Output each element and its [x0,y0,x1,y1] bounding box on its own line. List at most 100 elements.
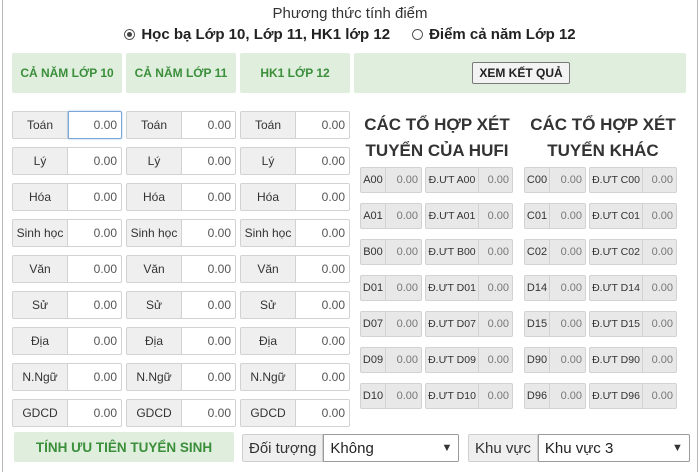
combo-priority-score: 0.00 [643,275,677,301]
other-title-line2: TUYỂN KHÁC [547,141,659,160]
object-select-group: Đối tượng Không ▼ [242,434,460,462]
combo-code: D90 [524,347,550,373]
score-input[interactable] [296,363,350,391]
score-input[interactable] [182,291,236,319]
combo-code: B00 [360,239,386,265]
combo-priority-score: 0.00 [643,203,677,229]
combo-priority-label: Đ.ƯT B00 [425,239,479,265]
score-input[interactable] [296,219,350,247]
combo-code: A00 [360,167,386,193]
score-input[interactable] [296,399,350,427]
combo-score: 0.00 [386,311,422,337]
combo-code: C01 [524,203,550,229]
score-input[interactable] [68,327,122,355]
subject-row: Văn [12,255,122,291]
radio-unchecked-icon[interactable] [412,29,424,40]
region-select-group: Khu vực Khu vực 3 ▼ [468,434,690,462]
combo-score: 0.00 [550,167,586,193]
score-input[interactable] [68,183,122,211]
combo-row: C02 0.00 Đ.ƯT C02 0.00 [524,239,677,275]
region-select[interactable]: Khu vực 3 ▼ [537,434,690,462]
combo-score: 0.00 [386,167,422,193]
combo-priority-score: 0.00 [643,167,677,193]
subject-column-hk1: Toán Lý Hóa Sinh học Văn Sử Địa N.Ngữ GDCD [240,111,350,435]
object-select[interactable]: Không ▼ [323,434,460,462]
combo-score: 0.00 [386,383,422,409]
score-input[interactable] [296,183,350,211]
subject-label: Văn [126,255,182,283]
score-input[interactable] [296,255,350,283]
score-input[interactable] [68,255,122,283]
score-input[interactable] [182,219,236,247]
object-label: Đối tượng [242,434,324,462]
score-input[interactable] [182,183,236,211]
radio-hocba-label: Học bạ Lớp 10, Lớp 11, HK1 lớp 12 [141,26,391,43]
region-select-value: Khu vực 3 [544,439,614,457]
combo-row: D96 0.00 Đ.ƯT D96 0.00 [524,383,677,419]
score-input[interactable] [182,111,236,139]
score-input[interactable] [68,147,122,175]
combo-priority-label: Đ.ƯT D90 [589,347,643,373]
radio-canam12[interactable]: Điểm cả năm Lớp 12 [412,26,576,43]
combo-code: D14 [524,275,550,301]
other-title-line1: CÁC TỔ HỢP XÉT [530,115,676,134]
combo-priority-score: 0.00 [643,383,677,409]
combo-score: 0.00 [550,311,586,337]
subject-label: Văn [240,255,296,283]
combo-priority-score: 0.00 [643,311,677,337]
score-input[interactable] [68,399,122,427]
page-title: Phương thức tính điểm [272,5,428,22]
radio-hocba[interactable]: Học bạ Lớp 10, Lớp 11, HK1 lớp 12 [124,26,390,43]
combo-priority-label: Đ.ƯT A01 [425,203,479,229]
subject-label: Địa [240,327,296,355]
combo-priority-label: Đ.ƯT A00 [425,167,479,193]
combo-code: D07 [360,311,386,337]
combo-priority-score: 0.00 [479,347,513,373]
combo-priority-score: 0.00 [643,239,677,265]
score-input[interactable] [68,291,122,319]
subject-row: GDCD [126,399,236,435]
score-input[interactable] [296,147,350,175]
score-input[interactable] [182,327,236,355]
hufi-combo-list: A00 0.00 Đ.ƯT A00 0.00 A01 0.00 Đ.ƯT A01 0.00 B0… [360,167,513,419]
chevron-down-icon: ▼ [441,442,453,454]
score-input[interactable] [68,219,122,247]
result-panel: XEM KẾT QUẢ [354,53,686,93]
priority-title: TÍNH ƯU TIÊN TUYỂN SINH [14,432,234,462]
combo-code: D09 [360,347,386,373]
combo-score: 0.00 [386,203,422,229]
score-input[interactable] [182,399,236,427]
combo-priority-label: Đ.ƯT D10 [425,383,479,409]
subject-label: Lý [126,147,182,175]
score-input[interactable] [182,255,236,283]
subject-label: Toán [126,111,182,139]
score-input[interactable] [296,111,350,139]
subject-row: Lý [12,147,122,183]
chevron-down-icon: ▼ [672,442,683,454]
combo-score: 0.00 [386,275,422,301]
combo-code: D96 [524,383,550,409]
col-heading-lop10: CẢ NĂM LỚP 10 [12,53,122,93]
score-input[interactable] [182,147,236,175]
combo-code: C00 [524,167,550,193]
radio-checked-icon[interactable] [124,29,136,40]
subject-label: Hóa [12,183,68,211]
score-input[interactable] [68,363,122,391]
combo-row: D07 0.00 Đ.ƯT D07 0.00 [360,311,513,347]
combo-priority-score: 0.00 [479,203,513,229]
score-input[interactable] [182,363,236,391]
other-combo-title: CÁC TỔ HỢP XÉT TUYỂN KHÁC [518,112,688,164]
combo-score: 0.00 [386,347,422,373]
col-heading-hk1-lop12: HK1 LỚP 12 [240,53,350,93]
combo-priority-label: Đ.ƯT C00 [589,167,643,193]
view-result-button[interactable]: XEM KẾT QUẢ [472,62,570,84]
score-input[interactable] [296,291,350,319]
combo-code: D10 [360,383,386,409]
subject-label: Toán [240,111,296,139]
subject-column-lop10: Toán Lý Hóa Sinh học Văn Sử Địa N.Ngữ GDCD [12,111,122,435]
subject-row: Địa [126,327,236,363]
subject-label: Sinh học [126,219,182,247]
score-input[interactable] [68,111,122,139]
score-input[interactable] [296,327,350,355]
subject-row: Sinh học [240,219,350,255]
